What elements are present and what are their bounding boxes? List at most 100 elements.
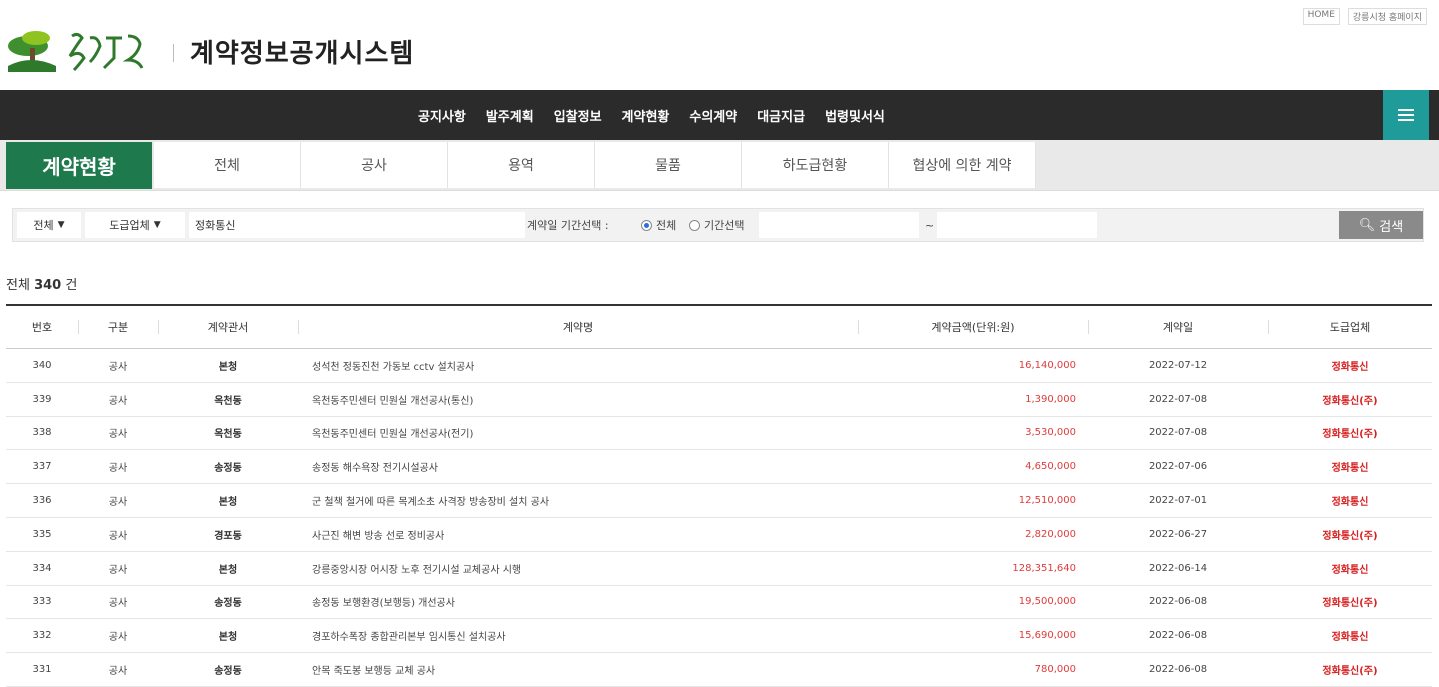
cell-department: 본청 [218,564,238,576]
result-count-prefix: 전체 [6,278,30,293]
cell-department: 옥천동 [214,429,242,441]
chevron-down-icon: ▼ [153,220,161,230]
cell-amount: 12,510,000 [1018,495,1076,507]
tab-negotiated-contract[interactable]: 협상에 의한 계약 [889,142,1036,188]
cell-contract-name[interactable]: 옥천동주민센터 민원실 개선공사(통신) [312,383,858,416]
nav-item-payment[interactable]: 대금지급 [757,106,805,125]
radio-period-all[interactable]: 전체 [641,212,676,238]
cell-number: 334 [32,562,52,574]
cell-number: 331 [32,664,52,676]
page-title: 계약정보공개시스템 [190,39,415,69]
section-title: 계약현황 [6,142,152,189]
cell-department: 옥천동 [214,395,242,407]
search-icon: 🔍︎ [1358,217,1376,233]
cell-number: 333 [32,596,52,608]
table-row: 335 공사 경포동 사근진 해변 방송 선로 정비공사 2,820,000 2022-0… [6,518,1432,552]
cell-number: 335 [32,528,52,540]
cell-type: 공사 [108,632,128,644]
global-nav-menu: 공지사항 발주계획 입찰정보 계약현황 수의계약 대금지급 법령및서식 [418,90,885,140]
radio-range-label: 기간선택 [704,219,745,232]
cell-date: 2022-07-12 [1148,359,1208,371]
col-number: 번호 [31,321,53,334]
cell-date: 2022-06-27 [1148,528,1208,540]
cell-vendor: 정화통신 [1331,361,1369,373]
site-logo[interactable] [6,26,154,82]
nav-item-notice[interactable]: 공지사항 [418,106,466,125]
radio-unchecked-icon [689,219,700,231]
cell-vendor: 정화통신 [1331,463,1369,475]
search-button-label: 검색 [1379,219,1404,235]
cell-contract-name[interactable]: 성석천 정동진천 가동보 cctv 설치공사 [312,349,858,382]
cell-type: 공사 [108,598,128,610]
nav-item-private-contract[interactable]: 수의계약 [689,106,737,125]
cell-date: 2022-07-08 [1148,393,1208,405]
cell-date: 2022-07-06 [1148,461,1208,473]
table-row: 334 공사 본청 강릉중앙시장 어시장 노후 전기시설 교체공사 시행 128,351… [6,552,1432,586]
cell-type: 공사 [108,530,128,542]
result-count-suffix: 건 [65,278,78,293]
cell-number: 339 [32,393,52,405]
radio-period-range[interactable]: 기간선택 [689,212,744,238]
cell-date: 2022-07-08 [1148,427,1208,439]
cell-date: 2022-06-08 [1148,596,1208,608]
cell-vendor: 정화통신(주) [1322,598,1378,610]
cell-vendor: 정화통신 [1331,564,1369,576]
cell-department: 본청 [218,361,238,373]
home-link[interactable]: HOME [1302,8,1340,25]
result-count-number: 340 [34,278,62,293]
search-button[interactable]: 🔍︎ 검색 [1339,211,1423,239]
cell-number: 332 [32,630,52,642]
start-date-input[interactable] [759,212,919,238]
cell-vendor: 정화통신(주) [1322,395,1378,407]
tab-construction[interactable]: 공사 [301,142,448,188]
cell-type: 공사 [108,429,128,441]
tab-goods[interactable]: 물품 [595,142,742,188]
range-separator: ~ [925,218,935,232]
cell-department: 경포동 [214,530,242,542]
field-select[interactable]: 도급업체 ▼ [85,212,185,238]
cell-number: 337 [32,461,52,473]
cell-date: 2022-07-01 [1148,495,1208,507]
cell-contract-name[interactable]: 사근진 해변 방송 선로 정비공사 [312,518,858,551]
cell-type: 공사 [108,361,128,373]
hamburger-icon[interactable] [1383,90,1429,140]
logo-divider [173,44,174,62]
tab-subcontract[interactable]: 하도급현황 [742,142,889,188]
nav-item-laws-forms[interactable]: 법령및서식 [825,106,885,125]
cell-amount: 15,690,000 [1018,630,1076,642]
nav-item-contract-status[interactable]: 계약현황 [622,106,670,125]
col-vendor: 도급업체 [1329,321,1371,334]
table-row: 332 공사 본청 경포하수폭장 종합관리본부 임시통신 설치공사 15,690,000… [6,619,1432,654]
cell-date: 2022-06-14 [1148,562,1208,574]
nav-item-order-plan[interactable]: 발주계획 [486,106,534,125]
site-header: HOME 강릉시청 홈페이지 계약정보공개시스템 [0,0,1439,90]
tab-all[interactable]: 전체 [154,142,301,188]
end-date-input[interactable] [937,212,1097,238]
cell-contract-name[interactable]: 옥천동주민센터 민원실 개선공사(전기) [312,417,858,450]
cell-contract-name[interactable]: 강릉중앙시장 어시장 노후 전기시설 교체공사 시행 [312,552,858,585]
tab-service[interactable]: 용역 [448,142,595,188]
scope-select[interactable]: 전체 ▼ [17,212,81,238]
table-row: 340 공사 본청 성석천 정동진천 가동보 cctv 설치공사 16,140,000 2… [6,349,1432,383]
cell-type: 공사 [108,564,128,576]
cell-type: 공사 [108,395,128,407]
city-homepage-link[interactable]: 강릉시청 홈페이지 [1347,8,1427,25]
cell-contract-name[interactable]: 송정동 해수욕장 전기시설공사 [312,450,858,483]
table-row: 331 공사 송정동 안목 죽도봉 보행등 교체 공사 780,000 2022-06-0… [6,653,1432,687]
cell-amount: 2,820,000 [1025,528,1076,540]
cell-department: 본청 [218,497,238,509]
cell-amount: 16,140,000 [1018,359,1076,371]
cell-type: 공사 [108,497,128,509]
cell-contract-name[interactable]: 군 철책 철거에 따른 목계소초 사격장 방송장비 설치 공사 [312,484,858,517]
cell-amount: 780,000 [1034,664,1076,676]
cell-department: 송정동 [214,463,242,475]
col-department: 계약관서 [207,321,249,334]
cell-contract-name[interactable]: 송정동 보행환경(보행등) 개선공사 [312,586,858,619]
nav-item-bid-info[interactable]: 입찰정보 [554,106,602,125]
contract-table: 번호 구분 계약관서 계약명 계약금액(단위:원) 계약일 도급업체 340 공사… [6,304,1432,687]
cell-contract-name[interactable]: 안목 죽도봉 보행등 교체 공사 [312,653,858,686]
col-contract-name: 계약명 [562,321,594,334]
cell-contract-name[interactable]: 경포하수폭장 종합관리본부 임시통신 설치공사 [312,619,858,652]
search-bar: 전체 ▼ 도급업체 ▼ 정화통신 계약일 기간선택 : 전체 기간선택 ~ 🔍︎… [12,208,1424,242]
keyword-input[interactable]: 정화통신 [189,212,525,238]
